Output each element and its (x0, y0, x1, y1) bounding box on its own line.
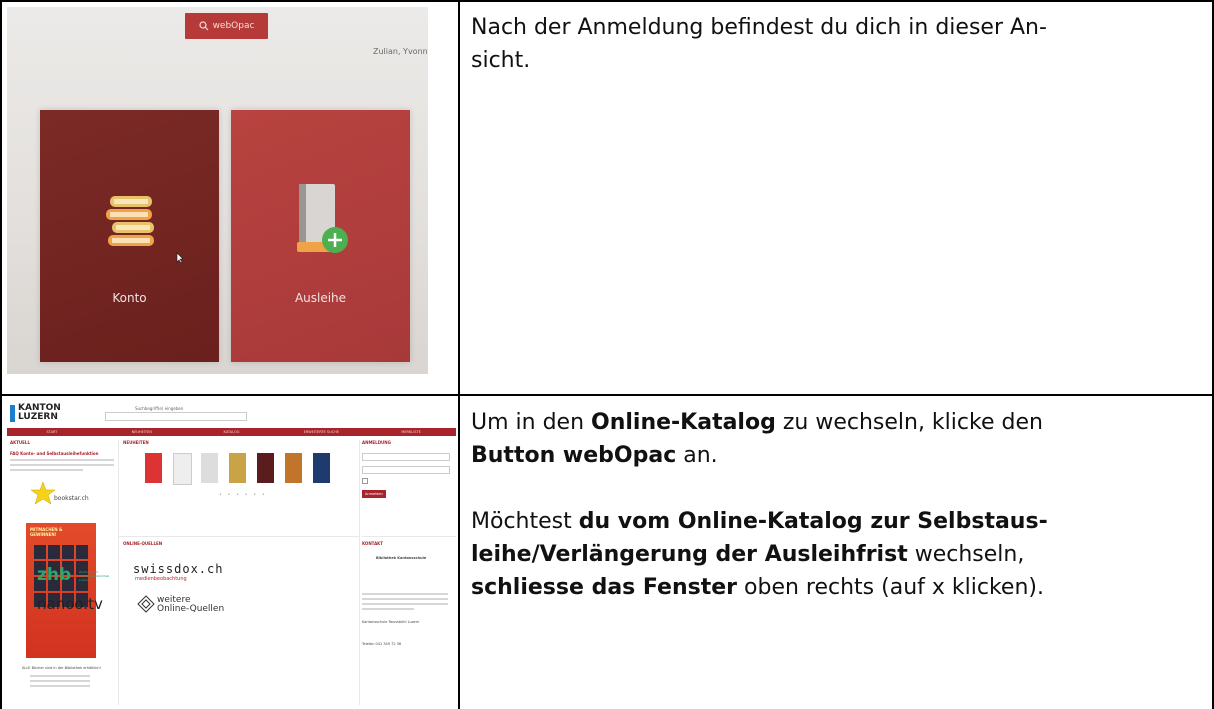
row2-para2-line2: leihe/Verlängerung der Ausleihfrist wech… (471, 538, 1206, 571)
opening-hours (362, 590, 448, 610)
bookstar-label[interactable]: bookstar.ch (54, 495, 89, 502)
column-anmeldung: ANMELDUNG Anmelden KONTAKT Bibliothek Ka… (362, 440, 456, 705)
nav-bar: START NEUHEITEN KATALOG ERWEITERTE SUCHE… (7, 428, 456, 436)
search-box[interactable] (105, 412, 247, 421)
text-span: an. (676, 443, 718, 468)
tile-ausleihe[interactable]: Ausleihe (231, 110, 410, 362)
faq-text (10, 459, 114, 471)
nav-katalog[interactable]: KATALOG (187, 428, 277, 436)
row1-text-line1: Nach der Anmeldung befindest du dich in … (471, 15, 1047, 40)
logo-line2: LUZERN (18, 412, 58, 422)
weitere-quellen-link[interactable]: weitere Online-Quellen (157, 596, 224, 614)
book-add-icon (297, 184, 348, 253)
row2-para1-line1: Um in den Online-Katalog zu wechseln, kl… (471, 406, 1206, 439)
phone: Telefon 041 349 72 36 (362, 642, 402, 646)
promo-title: MITMACHEN & GEWINNEN! (30, 527, 63, 537)
swissdox-sub: medienbeobachtung (135, 576, 187, 582)
username-field[interactable] (362, 453, 450, 461)
webopac-label: webOpac (212, 21, 255, 31)
text-span: zu wechseln, klicke den (775, 410, 1043, 435)
book-cover[interactable] (201, 453, 218, 483)
row2-para1-line2: Button webOpac an. (471, 439, 1206, 472)
books-icon (106, 196, 154, 246)
text-span: Um in den (471, 410, 592, 435)
tile-ausleihe-label: Ausleihe (294, 291, 347, 305)
zhb-sub: Zentral- und Hochschulbibliothek Luzern (79, 570, 110, 582)
screenshot-bibliothek: KANTON LUZERN Suchbegriff(e) eingeben ST… (7, 400, 456, 705)
text-bold: Online-Katalog (591, 410, 776, 435)
border-left (0, 0, 2, 709)
book-cover[interactable] (229, 453, 246, 483)
heading-kontakt: KONTAKT (362, 541, 384, 546)
text-span: oben rechts (auf x klicken). (737, 575, 1044, 600)
divider-line (119, 536, 359, 537)
password-field[interactable] (362, 466, 450, 474)
nav-merkliste[interactable]: MERKLISTE (366, 428, 456, 436)
book-cover[interactable] (257, 453, 274, 483)
logo-mark-icon (10, 405, 15, 422)
text-span: Möchtest (471, 509, 579, 534)
row1-text-line2: sicht. (471, 48, 531, 73)
text-bold: leihe/Verlängerung der Ausleihfrist (471, 542, 908, 567)
border-middle (0, 394, 1214, 396)
photo-selbstausleihe: webOpac Zulian, Yvonn Konto Ausleihe (7, 7, 428, 374)
divider-line (362, 536, 456, 537)
user-name: Zulian, Yvonn (373, 47, 428, 56)
kontakt-name: Bibliothek Kantonsschule (376, 556, 427, 560)
login-button[interactable]: Anmelden (362, 490, 386, 498)
heading-anmeldung: ANMELDUNG (362, 440, 391, 445)
zhb-logo[interactable]: zhb (37, 565, 71, 585)
nav-erweiterte-suche[interactable]: ERWEITERTE SUCHE (276, 428, 366, 436)
logo-text: KANTON LUZERN (18, 404, 61, 422)
border-top (0, 0, 1214, 2)
footer-text (30, 672, 90, 687)
tile-konto-label: Konto (112, 291, 147, 305)
heading-neuheiten: NEUHEITEN (123, 440, 149, 445)
nav-neuheiten[interactable]: NEUHEITEN (97, 428, 187, 436)
row2-para2-line1: Möchtest du vom Online-Katalog zur Selbs… (471, 505, 1206, 538)
book-cover[interactable] (145, 453, 162, 483)
table: webOpac Zulian, Yvonn Konto Ausleihe Nac… (0, 0, 1214, 709)
border-divider (458, 0, 460, 709)
tile-konto[interactable]: Konto (40, 110, 219, 362)
book-cover[interactable] (173, 453, 192, 485)
book-cover[interactable] (313, 453, 330, 483)
text-bold: schliesse das Fenster (471, 575, 738, 600)
heading-online-quellen: ONLINE-QUELLEN (123, 541, 163, 546)
swissdox-logo[interactable]: swissdox.ch (133, 562, 223, 576)
book-cover[interactable] (285, 453, 302, 483)
carousel-dots[interactable]: • • • • • • (219, 492, 267, 498)
text-span: wechseln, (907, 542, 1025, 567)
heading-aktuell: AKTUELL (10, 440, 31, 445)
promo-poster[interactable]: MITMACHEN & GEWINNEN! (26, 523, 96, 658)
footer-note: ALLE Bücher sind in der Bibliothek erhäl… (22, 666, 101, 670)
search-icon (198, 21, 208, 31)
row1-text: Nach der Anmeldung befindest du dich in … (471, 11, 1201, 77)
nanoo-logo[interactable]: nanoo.tv (37, 595, 103, 613)
nav-start[interactable]: START (7, 428, 97, 436)
star-icon (30, 481, 56, 505)
remember-checkbox[interactable] (362, 478, 368, 484)
faq-title[interactable]: FAQ Konto- und Selbstausleihefunktion (10, 451, 114, 456)
search-label: Suchbegriff(e) eingeben (135, 406, 184, 411)
address: Kantonsschule Reussbühl Luzern (362, 620, 420, 624)
row2-text: Um in den Online-Katalog zu wechseln, kl… (471, 406, 1206, 604)
row2-para2-line3: schliesse das Fenster oben rechts (auf x… (471, 571, 1206, 604)
cursor-icon (176, 252, 184, 264)
text-bold: du vom Online-Katalog zur Selbstaus- (578, 509, 1048, 534)
link-icon (137, 595, 155, 613)
text-bold: Button webOpac (471, 443, 677, 468)
webopac-button[interactable]: webOpac (185, 13, 268, 39)
weitere-line2: Online-Quellen (157, 604, 225, 614)
